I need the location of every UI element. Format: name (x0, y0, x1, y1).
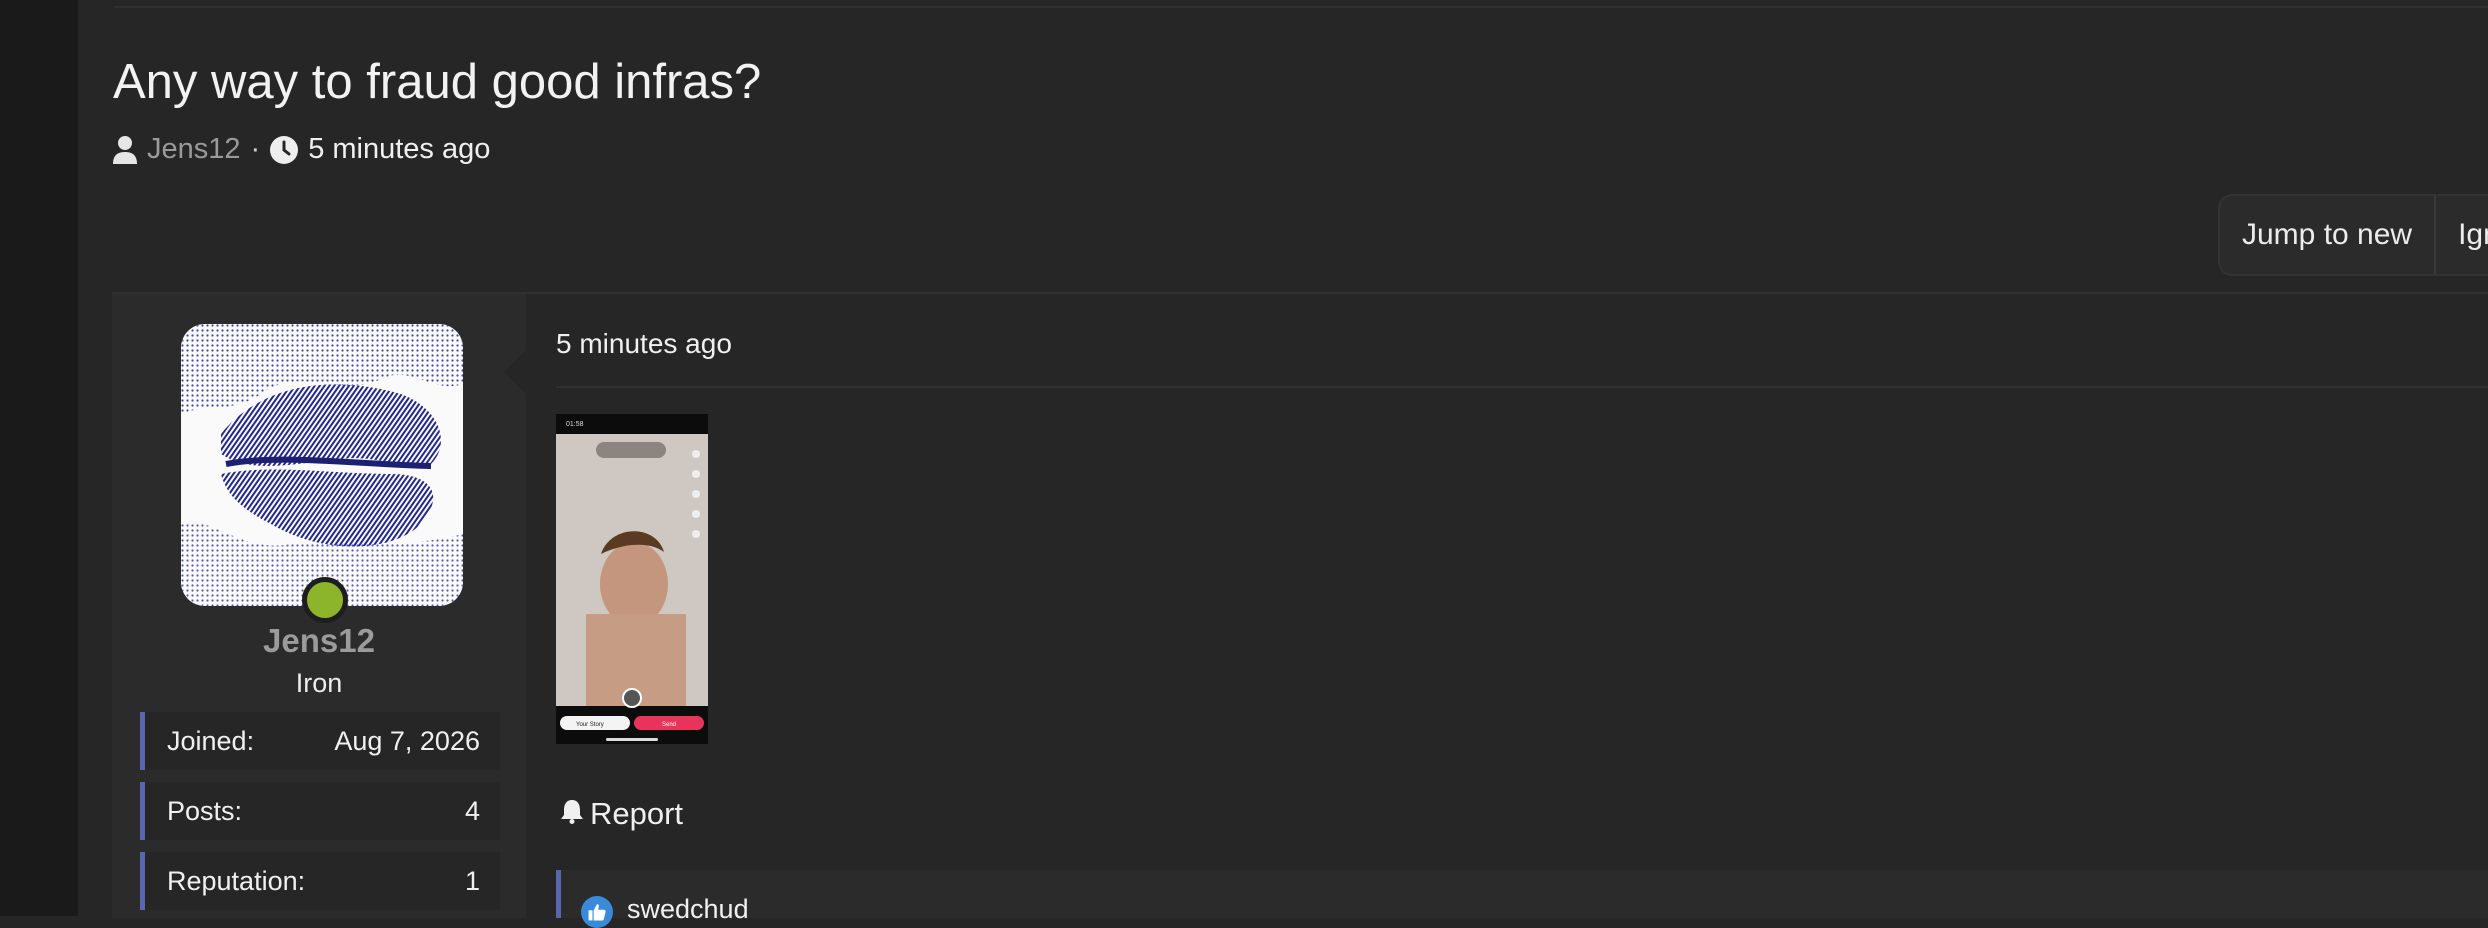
left-rail (0, 0, 78, 916)
stat-label: Reputation: (167, 865, 306, 896)
post-divider (556, 386, 2488, 388)
post: Jens12 Iron Joined: Aug 7, 2026 Posts: 4… (112, 292, 2488, 928)
thread-author-link[interactable]: Jens12 (147, 133, 241, 166)
report-button[interactable]: Report (560, 796, 683, 832)
main-content: Any way to fraud good infras? Jens12 · 5… (78, 0, 2488, 928)
thread-actions: Jump to new Ign (2218, 194, 2488, 276)
report-label: Report (590, 796, 684, 831)
user-icon (113, 135, 137, 164)
stat-label: Posts: (167, 795, 243, 826)
stat-value: Aug 7, 2026 (334, 725, 480, 756)
phone-status-time: 01:58 (566, 421, 584, 428)
avatar[interactable] (181, 324, 463, 606)
top-divider (114, 0, 2488, 8)
like-reaction-icon (581, 896, 613, 928)
post-username[interactable]: Jens12 (112, 622, 526, 660)
attachment-image[interactable]: 01:58 Your Story Send (556, 414, 708, 744)
stat-reputation: Reputation: 1 (140, 852, 500, 910)
post-time: 5 minutes ago (556, 328, 732, 359)
online-status-indicator (302, 577, 348, 623)
jump-to-new-button[interactable]: Jump to new (2220, 196, 2434, 274)
user-rank: Iron (295, 668, 343, 698)
meta-separator: · (250, 133, 261, 165)
stat-value: 4 (464, 795, 480, 826)
stat-posts: Posts: 4 (140, 782, 500, 840)
send-button-text: Send (662, 722, 676, 728)
stat-value: 1 (464, 865, 480, 896)
post-body: 5 minutes ago 01:58 Your Story Send Repo… (504, 294, 2488, 928)
clock-icon (270, 135, 299, 164)
stat-label: Joined: (167, 725, 255, 756)
reactions-bar: swedchud (556, 870, 2488, 928)
thread-time: 5 minutes ago (308, 133, 491, 165)
ignore-button[interactable]: Ign (2434, 196, 2488, 274)
thread-title: Any way to fraud good infras? (113, 55, 762, 109)
story-button-text: Your Story (576, 722, 604, 728)
post-user-sidebar: Jens12 Iron Joined: Aug 7, 2026 Posts: 4… (112, 294, 526, 918)
thread-meta: Jens12 · 5 minutes ago (113, 133, 490, 166)
post-pointer (504, 350, 526, 394)
stat-joined: Joined: Aug 7, 2026 (140, 712, 500, 770)
bell-icon (560, 796, 584, 832)
reaction-user-link[interactable]: swedchud (627, 894, 749, 925)
